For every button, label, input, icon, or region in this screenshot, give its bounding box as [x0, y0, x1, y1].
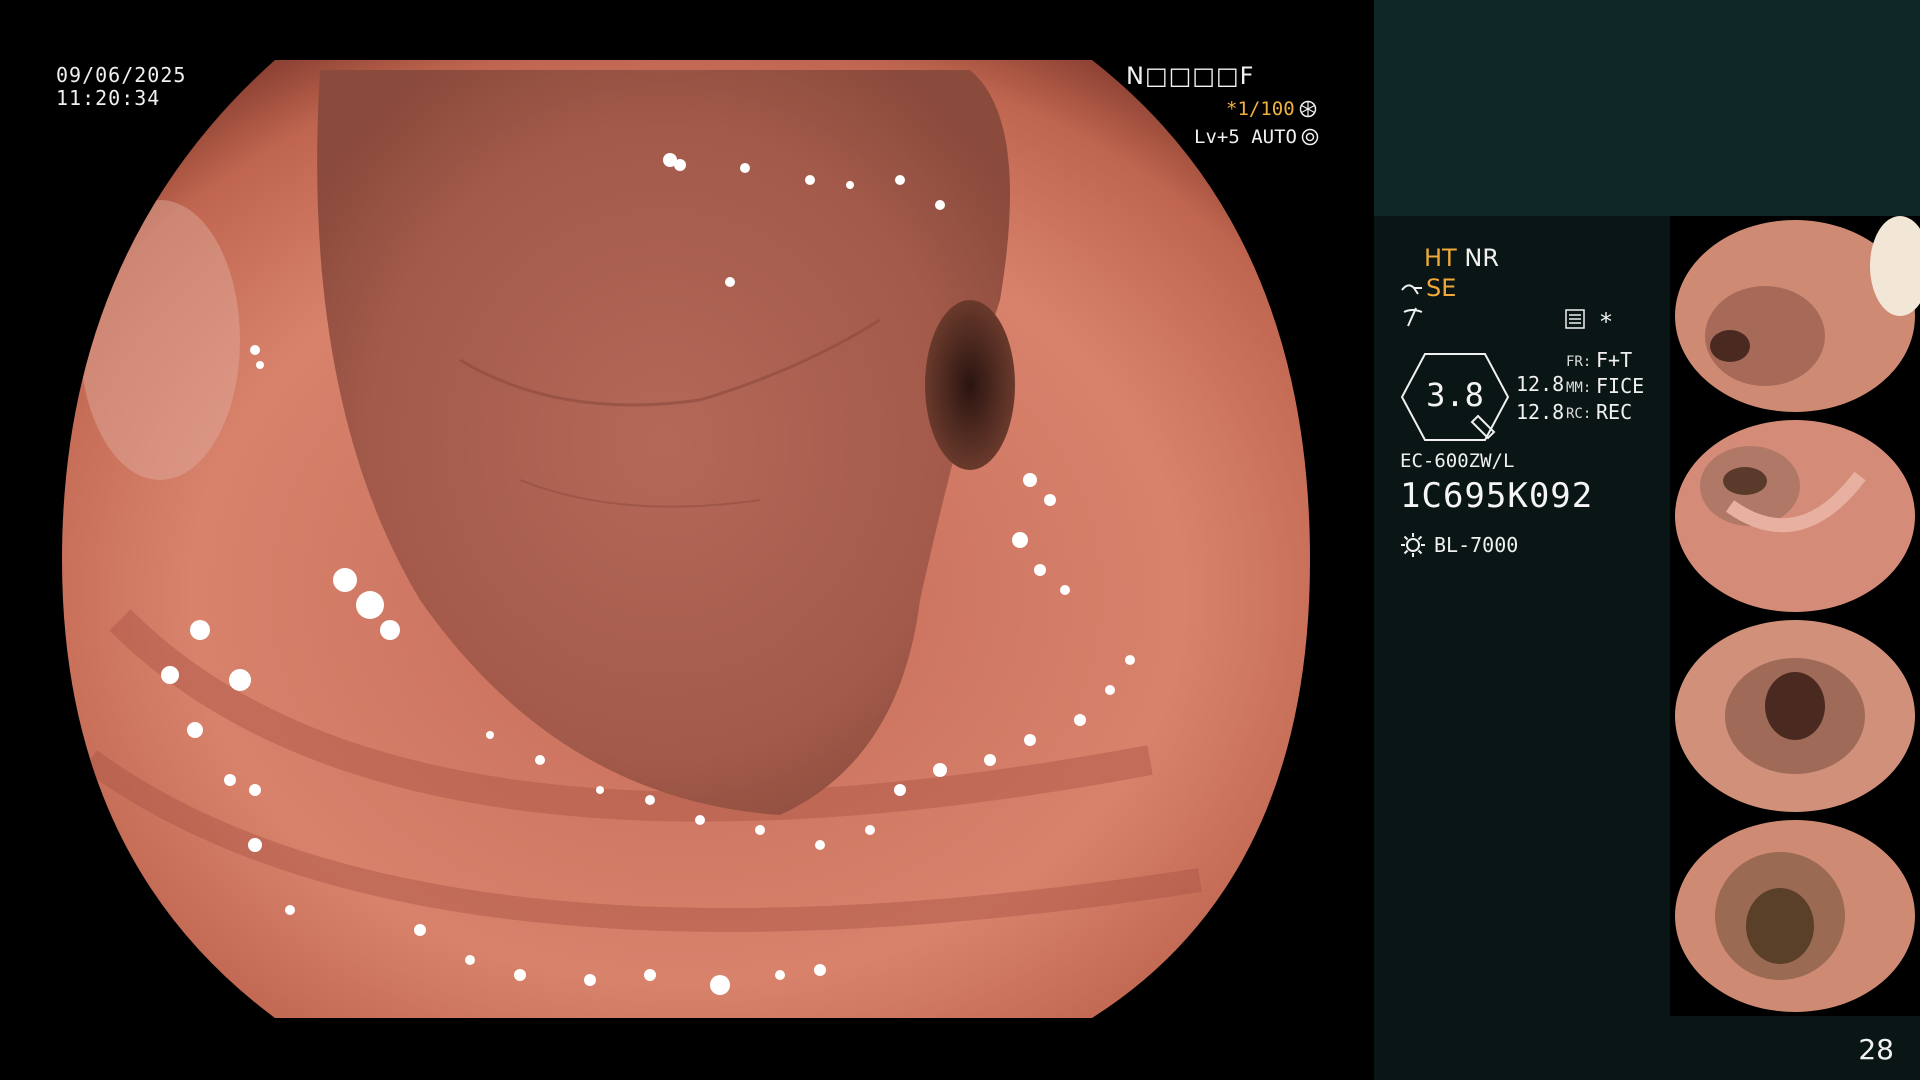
fr-label: FR:: [1566, 354, 1592, 370]
param-value-1: 12.8: [1516, 372, 1565, 396]
light-source-label: BL-7000: [1434, 533, 1519, 557]
endoscopy-screen: 09/06/2025 11:20:34 N□□□□F *1/100 Lv+5 A…: [0, 0, 1920, 1080]
patient-id-code: N□□□□F: [1126, 62, 1255, 90]
settings-list-icon: [1565, 309, 1585, 329]
iris-icon: [1301, 128, 1319, 146]
time-text: 11:20:34: [56, 86, 161, 110]
gauge-value: 3.8: [1426, 376, 1484, 414]
rc-value: REC: [1596, 400, 1633, 424]
page-number: 28: [1858, 1033, 1894, 1066]
datetime-overlay: 09/06/2025 11:20:34: [56, 64, 186, 110]
mode-row-se: SE: [1400, 274, 1456, 302]
thumbnail-3[interactable]: [1670, 616, 1920, 816]
light-source: BL-7000: [1400, 532, 1518, 558]
date-text: 09/06/2025: [56, 63, 187, 87]
thumbnail-2[interactable]: [1670, 416, 1920, 616]
colon-lumen-image: [62, 60, 1310, 1018]
scope-tip-icon: [1401, 284, 1422, 295]
mode-nr: NR: [1464, 244, 1499, 272]
main-endoscopic-view: 09/06/2025 11:20:34 N□□□□F *1/100 Lv+5 A…: [0, 0, 1374, 1080]
thumbnail-strip: [1670, 216, 1920, 1016]
level-indicator: Lv+5 AUTO: [1194, 126, 1319, 148]
mode-se: SE: [1426, 274, 1457, 302]
shutter-text: *1/100: [1226, 98, 1295, 120]
asterisk-marker: *: [1600, 308, 1612, 336]
panel-header-block: [1374, 0, 1920, 216]
sun-icon: [1401, 533, 1425, 557]
param-value-2: 12.8: [1516, 400, 1565, 424]
aperture-icon: [1299, 100, 1316, 118]
info-side-panel: HT NR SE * 3.8 12.8 12.8 FR: F+T MM: FIC…: [1374, 0, 1920, 1080]
level-text: Lv+5 AUTO: [1194, 126, 1297, 148]
mm-value: FICE: [1596, 374, 1645, 398]
mm-label: MM:: [1566, 380, 1592, 396]
thumbnail-1[interactable]: [1670, 216, 1920, 416]
fr-value: F+T: [1596, 348, 1633, 372]
curve-slash-icon: [1403, 307, 1423, 327]
rc-label: RC:: [1566, 406, 1592, 422]
mode-row-ht-nr: HT NR: [1424, 244, 1499, 272]
mode-ht: HT: [1424, 244, 1457, 272]
scope-model: EC-600ZW/L: [1400, 450, 1515, 472]
shutter-indicator: *1/100: [1226, 98, 1317, 120]
scope-serial: 1C695K092: [1400, 476, 1594, 516]
thumbnail-4[interactable]: [1670, 816, 1920, 1016]
